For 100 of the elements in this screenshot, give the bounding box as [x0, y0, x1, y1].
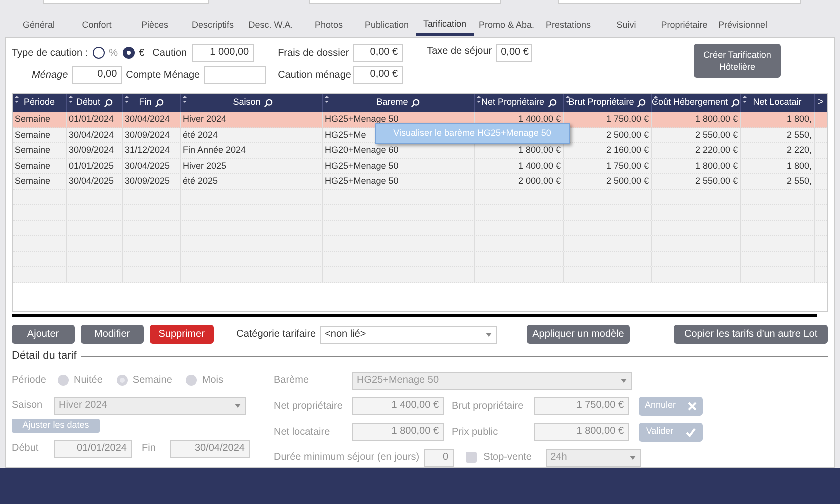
table-cell: Hiver 2025	[183, 160, 227, 170]
search-icon[interactable]	[411, 98, 420, 108]
input-field[interactable]: 1 750,00 €	[534, 397, 629, 415]
tab[interactable]: Descriptifs	[184, 16, 242, 36]
table-cell: 01/01/2025	[69, 160, 114, 170]
action-button[interactable]: Modifier	[80, 325, 144, 344]
input-field[interactable]: 1 400,00 €	[352, 397, 444, 415]
action-button[interactable]: Appliquer un modèle	[526, 325, 630, 344]
input-field[interactable]: 0,00	[72, 66, 122, 84]
table-row[interactable]: Semaine 01/01/2025 30/04/2025 Hiver 2025 HG25+Menage 50 1 400,00 € 1 750,00 € 1 800,00 € 1 800,	[13, 158, 827, 174]
field-label: Période	[12, 374, 48, 388]
tab[interactable]: Pièces	[126, 16, 184, 36]
field-label: Barème	[274, 374, 310, 388]
radio-button[interactable]	[123, 47, 136, 59]
radio-button[interactable]	[58, 375, 69, 386]
radio-label: Mois	[202, 374, 224, 388]
checkbox[interactable]	[466, 452, 477, 463]
tab[interactable]: Général	[10, 16, 68, 36]
table-row[interactable]: Semaine 30/04/2025 30/09/2025 été 2025 HG25+Menage 50 2 000,00 € 2 500,00 € 2 550,00 € 2 550,	[13, 174, 827, 190]
radio-button[interactable]	[93, 47, 106, 59]
search-icon[interactable]	[637, 98, 646, 108]
sort-icon[interactable]	[15, 96, 19, 103]
table-cell: 1 800,	[786, 114, 812, 124]
action-button[interactable]: Supprimer	[150, 325, 214, 344]
table-cell: Hiver 2024	[183, 114, 227, 124]
sort-icon[interactable]	[183, 96, 187, 103]
sort-icon[interactable]	[325, 96, 329, 103]
action-button[interactable]: Copier les tarifs d'un autre Lot	[674, 325, 828, 344]
table-cell: 2 500,00 €	[606, 130, 649, 140]
input-field[interactable]: 30/04/2024	[170, 440, 250, 458]
table-cell: Semaine	[15, 160, 51, 170]
field-label: Net locataire	[274, 426, 332, 440]
radio-label: Nuitée	[74, 374, 103, 388]
search-icon[interactable]	[731, 98, 740, 108]
search-icon[interactable]	[548, 98, 557, 108]
tab[interactable]: Confort	[68, 16, 126, 36]
select-field[interactable]: <non lié>	[320, 326, 497, 344]
tooltip: Visualiser le barème HG25+Menage 50	[375, 123, 570, 144]
sort-icon[interactable]	[743, 96, 747, 103]
input-field[interactable]	[558, 0, 801, 4]
input-field[interactable]: 0	[424, 448, 454, 466]
table-row[interactable]: Semaine 30/09/2024 31/12/2024 Fin Année 2024 HG20+Menage 60 1 800,00 € 2 160,00 € 2 220,00 € 2 220,	[13, 143, 827, 158]
table-cell: HG25+Menage 50	[325, 114, 399, 124]
field-label: Ménage	[32, 68, 68, 82]
tab[interactable]: Desc. W.A.	[242, 16, 300, 36]
input-field[interactable]	[204, 66, 266, 84]
tab[interactable]: Prestations	[540, 16, 598, 36]
sort-icon[interactable]	[566, 96, 570, 103]
table-row[interactable]: Semaine 01/01/2024 30/04/2024 Hiver 2024 HG25+Menage 50 1 400,00 € 1 750,00 € 1 800,00 € 1 800,	[13, 112, 827, 128]
input-field[interactable]	[309, 0, 501, 4]
table-cell: 2 160,00 €	[606, 145, 649, 155]
table-cell: 01/01/2024	[69, 114, 114, 124]
sort-icon[interactable]	[125, 96, 129, 103]
table-cell: 30/04/2024	[69, 130, 114, 140]
input-field[interactable]: 01/01/2024	[54, 440, 132, 458]
field-label: Prix public	[452, 426, 500, 440]
table-cell: 2 000,00 €	[518, 176, 561, 186]
tab[interactable]: Promo & Aba.	[474, 16, 540, 36]
field-label: Fin	[142, 442, 157, 456]
radio-label: %	[109, 46, 118, 60]
table-cell: 1 800,00 €	[518, 145, 561, 155]
table-cell: Semaine	[15, 114, 51, 124]
table-cell: Semaine	[15, 145, 51, 155]
table-cell: été 2025	[183, 176, 218, 186]
table-cell: 2 220,	[786, 145, 812, 155]
table-cell: 1 750,00 €	[606, 160, 649, 170]
input-field[interactable]: 1 000,00	[192, 44, 254, 62]
create-button[interactable]: Créer Tarification Hôtelière	[694, 44, 781, 78]
scroll-arrow[interactable]: >	[815, 94, 827, 112]
table-cell: HG20+Menage 60	[325, 145, 399, 155]
sort-icon[interactable]	[477, 96, 481, 103]
radio-button[interactable]	[116, 375, 128, 386]
tab[interactable]: Photos	[300, 16, 358, 36]
tab[interactable]: Publication	[358, 16, 416, 36]
table-cell: 30/04/2025	[69, 176, 114, 186]
field-label: Caution	[152, 46, 188, 60]
tab[interactable]: Propriétaire	[656, 16, 714, 36]
field-label: Catégorie tarifaire	[236, 328, 316, 342]
field-label: Stop-vente	[484, 451, 533, 465]
action-button[interactable]: Ajouter	[12, 325, 75, 344]
tab[interactable]: Prévisionnel	[714, 16, 773, 36]
tab[interactable]: Suivi	[598, 16, 656, 36]
input-field[interactable]: 0,00 €	[496, 44, 532, 62]
table-cell: 30/09/2024	[125, 130, 170, 140]
sort-icon[interactable]	[69, 96, 73, 103]
table-cell: 1 750,00 €	[606, 114, 649, 124]
table-cell: HG25+Menage 50	[325, 176, 399, 186]
table-cell: 30/09/2025	[125, 176, 170, 186]
input-field[interactable]: 0,00 €	[353, 44, 404, 62]
input-field[interactable]: 1 800,00 €	[352, 423, 444, 441]
search-icon[interactable]	[104, 98, 113, 108]
search-icon[interactable]	[264, 98, 273, 108]
radio-button[interactable]	[186, 375, 198, 386]
search-icon[interactable]	[154, 98, 164, 108]
field-label: Début	[12, 442, 40, 456]
table-cell: Fin Année 2024	[183, 145, 246, 155]
input-field[interactable]: 0,00 €	[353, 66, 404, 84]
input-field[interactable]: 1 800,00 €	[534, 423, 629, 441]
input-field[interactable]	[43, 0, 209, 4]
table-cell: 2 550,00 €	[695, 176, 738, 186]
